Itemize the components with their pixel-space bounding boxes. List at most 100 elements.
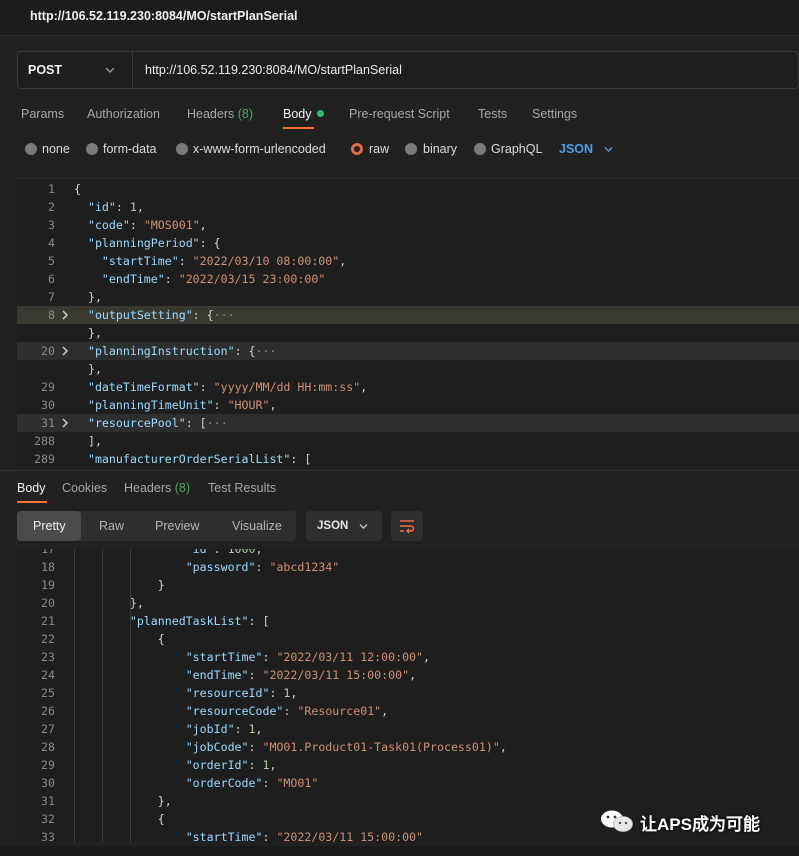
headers-count: (8) [237, 107, 254, 121]
chevron-down-icon [105, 67, 115, 73]
tab-authorization[interactable]: Authorization [87, 107, 160, 121]
radio-graphql[interactable] [474, 143, 486, 155]
radio-binary[interactable] [405, 143, 417, 155]
body-type-options: none form-data x-www-form-urlencoded raw… [0, 139, 799, 161]
radio-form-data-label: form-data [103, 142, 157, 156]
line-number: 288 [34, 434, 55, 448]
line-number: 1 [48, 182, 55, 196]
wrap-lines-button[interactable] [391, 511, 423, 541]
line-number: 24 [41, 668, 55, 682]
request-tabs: Params Authorization Headers (8) Body Pr… [0, 98, 799, 130]
radio-urlencoded[interactable] [176, 143, 188, 155]
code-text: }, [74, 362, 102, 376]
line-number: 31 [41, 416, 55, 430]
code-text: "orderId": 1, [185, 758, 277, 772]
watermark-text: 让APS成为可能 [640, 815, 760, 834]
code-text: "endTime": "2022/03/11 15:00:00", [185, 668, 417, 682]
response-body-viewer[interactable]: 17 "id": 1000, 18 "password": "abcd1234" 1… [17, 549, 799, 842]
code-text: "startTime": "2022/03/11 15:00:00" [185, 830, 424, 842]
tab-headers[interactable]: Headers (8) [187, 107, 253, 121]
code-line: 3 "code": "MOS001", [17, 216, 799, 234]
line-number: 7 [48, 290, 55, 304]
raw-format-select[interactable]: JSON [559, 142, 593, 156]
response-tabs: Body Cookies Headers (8) Test Results [0, 470, 799, 504]
code-line: 29 "orderId": 1, [17, 756, 799, 774]
resp-active-tab-indicator [17, 501, 47, 503]
radio-graphql-label: GraphQL [491, 142, 543, 156]
chevron-right-icon[interactable] [60, 345, 70, 357]
url-input[interactable]: http://106.52.119.230:8084/MO/startPlanS… [145, 63, 402, 77]
code-line: 30 "planningTimeUnit": "HOUR", [17, 396, 799, 414]
response-format-select[interactable]: JSON [306, 511, 382, 541]
line-number: 29 [41, 758, 55, 772]
code-text: }, [74, 794, 172, 808]
body-active-dot [316, 110, 324, 117]
resp-tab-headers-label: Headers [124, 481, 172, 495]
code-text: "outputSetting": {··· [87, 308, 235, 322]
radio-binary-label: binary [423, 142, 458, 156]
line-number: 4 [48, 236, 55, 250]
resp-headers-count: (8) [174, 481, 191, 495]
chevron-down-icon [359, 524, 368, 529]
code-text: ], [74, 434, 102, 448]
radio-form-data[interactable] [86, 143, 98, 155]
code-line: 22 { [17, 630, 799, 648]
resp-tab-cookies[interactable]: Cookies [62, 481, 107, 495]
line-number: 32 [41, 812, 55, 826]
line-number: 20 [41, 596, 55, 610]
line-number: 26 [41, 704, 55, 718]
view-raw-button[interactable]: Raw [99, 519, 124, 533]
resp-tab-test-results[interactable]: Test Results [208, 481, 276, 495]
code-line: 18 "password": "abcd1234" [17, 558, 799, 576]
line-number: 17 [41, 549, 55, 556]
line-number: 5 [48, 254, 55, 268]
code-text: } [74, 578, 165, 592]
tab-body[interactable]: Body [283, 107, 324, 121]
line-number: 289 [34, 452, 55, 465]
code-text: "manufacturerOrderSerialList": [ [87, 452, 312, 465]
view-pretty-button[interactable]: Pretty [17, 511, 81, 541]
tab-prerequest-script[interactable]: Pre-request Script [349, 107, 450, 121]
line-number: 19 [41, 578, 55, 592]
code-line: 19 } [17, 576, 799, 594]
view-pretty-label: Pretty [33, 519, 66, 533]
window-title: http://106.52.119.230:8084/MO/startPlanS… [30, 9, 298, 23]
code-line: 20 "planningInstruction": {··· [17, 342, 799, 360]
tab-settings[interactable]: Settings [532, 107, 577, 121]
code-text: "resourceId": 1, [185, 686, 298, 700]
response-format-label: JSON [317, 520, 349, 532]
tab-params[interactable]: Params [21, 107, 64, 121]
code-line: 289 "manufacturerOrderSerialList": [ [17, 450, 799, 465]
line-number: 23 [41, 650, 55, 664]
watermark: 让APS成为可能 [600, 806, 790, 836]
code-line: 30 "orderCode": "MO01" [17, 774, 799, 792]
line-number: 28 [41, 740, 55, 754]
method-label: POST [28, 63, 63, 77]
request-url-bar: POST http://106.52.119.230:8084/MO/start… [17, 51, 799, 89]
code-line: 288 ], [17, 432, 799, 450]
radio-raw-label: raw [369, 142, 390, 156]
view-visualize-button[interactable]: Visualize [232, 519, 282, 533]
line-number: 8 [48, 308, 55, 322]
radio-none[interactable] [25, 143, 37, 155]
code-line: 5 "startTime": "2022/03/10 08:00:00", [17, 252, 799, 270]
code-text: "resourceCode": "Resource01", [185, 704, 389, 718]
radio-raw[interactable] [351, 143, 363, 155]
code-text: "plannedTaskList": [ [129, 614, 270, 628]
chevron-right-icon[interactable] [60, 417, 70, 429]
code-line: 7 }, [17, 288, 799, 306]
code-line: 20 }, [17, 594, 799, 612]
resp-tab-headers[interactable]: Headers (8) [124, 481, 190, 495]
radio-none-label: none [42, 142, 70, 156]
code-text: "code": "MOS001", [87, 218, 207, 232]
code-line: 27 "jobId": 1, [17, 720, 799, 738]
chevron-right-icon[interactable] [60, 309, 70, 321]
view-preview-button[interactable]: Preview [155, 519, 199, 533]
method-select[interactable]: POST [18, 52, 133, 88]
code-text: "jobCode": "MO01.Product01-Task01(Proces… [185, 740, 507, 754]
resp-tab-body[interactable]: Body [17, 481, 46, 495]
response-toolbar: Pretty Raw Preview Visualize JSON [17, 511, 799, 541]
code-text: }, [74, 290, 102, 304]
tab-tests[interactable]: Tests [478, 107, 507, 121]
request-body-editor[interactable]: 1{2 "id": 1, 3 "code": "MOS001", 4 "planni… [17, 178, 799, 465]
